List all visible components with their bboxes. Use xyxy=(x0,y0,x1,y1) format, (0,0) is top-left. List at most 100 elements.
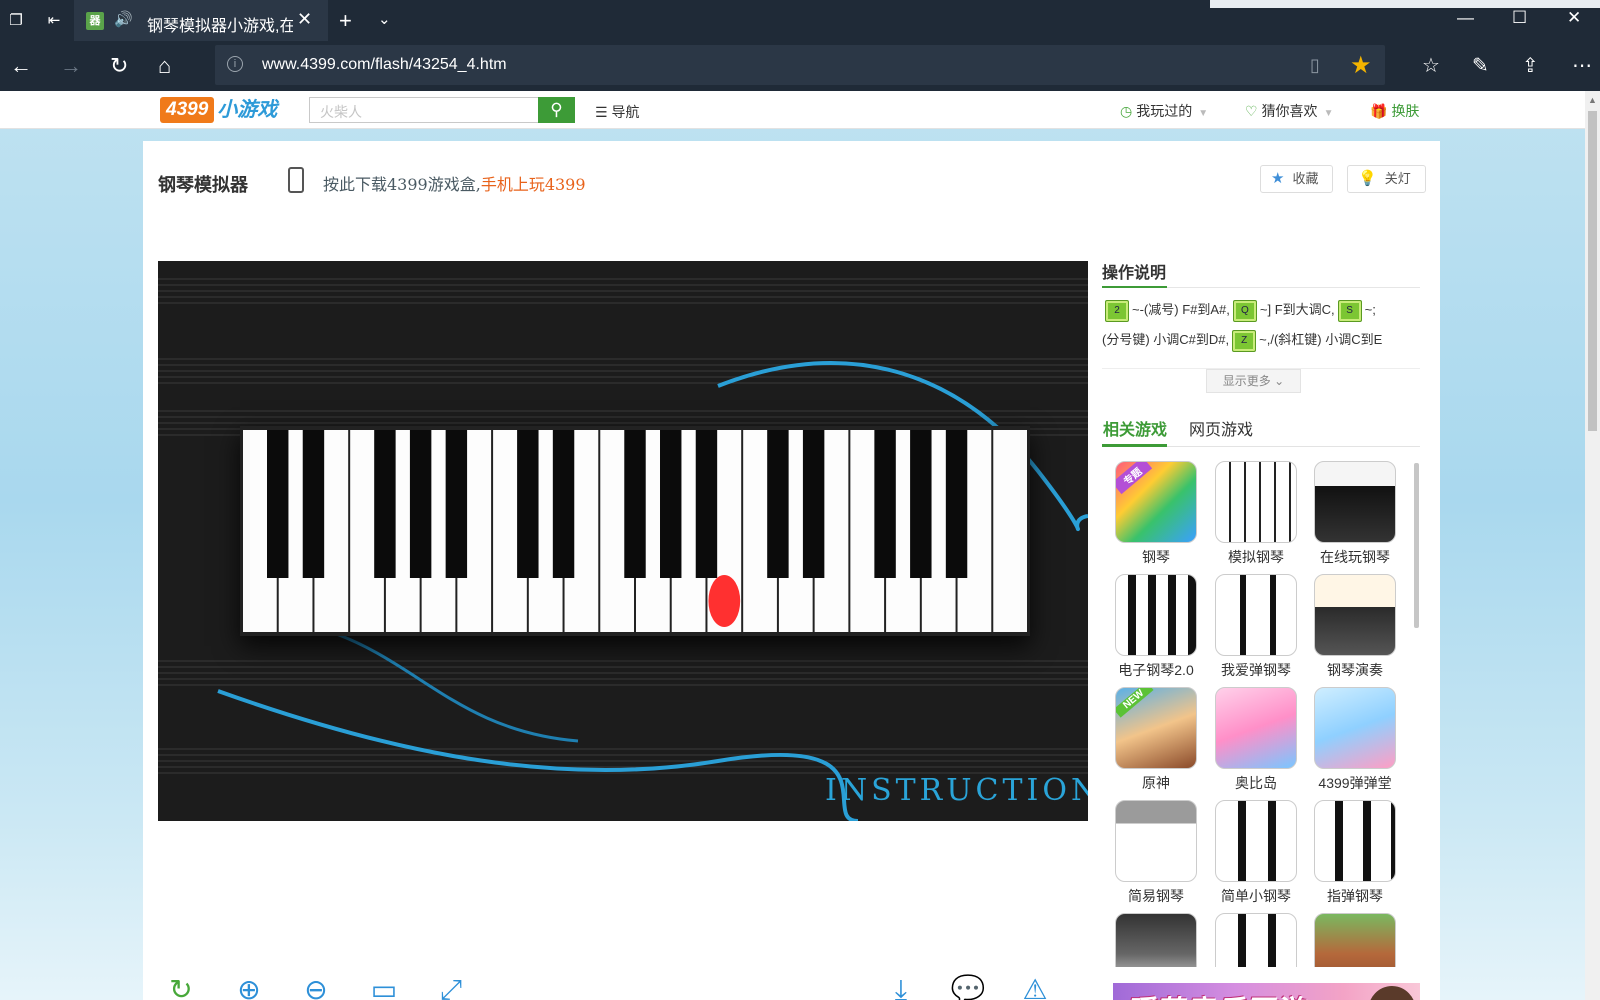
address-bar[interactable]: i www.4399.com/flash/43254_4.htm ▯ ★ xyxy=(215,45,1385,85)
played-menu[interactable]: ◷ 我玩过的 ▼ xyxy=(1120,101,1208,121)
game-thumbnail[interactable] xyxy=(1115,913,1197,967)
game-name[interactable]: 钢琴演奏 xyxy=(1310,660,1400,680)
comment-button[interactable]: 💬评论 xyxy=(938,973,998,1000)
game-name[interactable]: 4399弹弹堂 xyxy=(1310,773,1400,793)
related-game-item[interactable] xyxy=(1111,913,1201,967)
black-key[interactable] xyxy=(267,430,289,578)
refresh-icon[interactable]: ↻ xyxy=(110,53,128,79)
related-game-item[interactable]: 模拟钢琴 xyxy=(1211,461,1301,567)
black-key[interactable] xyxy=(660,430,682,578)
game-name[interactable]: 我爱弹钢琴 xyxy=(1211,660,1301,680)
browser-tab-active[interactable]: 器 🔊 钢琴模拟器小游戏,在线玩 ✕ xyxy=(74,0,328,41)
guess-menu[interactable]: ♡ 猜你喜欢 ▼ xyxy=(1245,101,1333,121)
home-icon[interactable]: ⌂ xyxy=(158,53,171,79)
related-game-item[interactable]: 专题 钢琴 xyxy=(1111,461,1201,567)
download-promo[interactable]: 按此下载4399游戏盒,手机上玩4399 xyxy=(323,171,586,195)
game-thumbnail[interactable] xyxy=(1215,913,1297,967)
site-logo[interactable]: 4399 小游戏 xyxy=(160,97,277,123)
favorite-star-icon[interactable]: ★ xyxy=(1350,51,1372,80)
tab-related-games[interactable]: 相关游戏 xyxy=(1103,416,1167,440)
reading-view-icon[interactable]: ▯ xyxy=(1310,55,1320,76)
game-thumbnail[interactable]: NEW xyxy=(1115,687,1197,769)
zoom-in-button[interactable]: ⊕放大 xyxy=(219,973,279,1000)
piano-keys[interactable] xyxy=(240,426,1030,636)
page-scrollbar[interactable]: ▲ xyxy=(1585,91,1600,1000)
game-thumbnail[interactable]: 专题 xyxy=(1115,461,1197,543)
nav-menu[interactable]: ☰ 导航 xyxy=(595,102,639,122)
site-info-icon[interactable]: i xyxy=(227,56,243,72)
scrollbar-thumb[interactable] xyxy=(1588,111,1597,431)
favorite-button[interactable]: ★ 收藏 xyxy=(1260,165,1334,193)
scroll-up-icon[interactable]: ▲ xyxy=(1588,95,1597,105)
games-scrollbar[interactable] xyxy=(1414,463,1419,628)
related-game-item[interactable] xyxy=(1310,913,1400,967)
favorites-hub-icon[interactable]: ☆ xyxy=(1422,53,1440,78)
game-thumbnail[interactable] xyxy=(1314,574,1396,656)
notes-pen-icon[interactable]: ✎ xyxy=(1472,53,1489,78)
related-game-item[interactable]: 4399弹弹堂 xyxy=(1310,687,1400,793)
black-key[interactable] xyxy=(409,430,432,578)
black-key[interactable] xyxy=(767,430,789,578)
game-thumbnail[interactable] xyxy=(1314,800,1396,882)
related-game-item[interactable] xyxy=(1211,913,1301,967)
black-key[interactable] xyxy=(624,430,646,578)
back-icon[interactable]: ← xyxy=(10,53,32,79)
game-name[interactable]: 原神 xyxy=(1111,773,1201,793)
search-button[interactable]: ⚲ xyxy=(538,97,575,123)
replay-button[interactable]: ↻重玩 xyxy=(151,973,211,1000)
related-game-item[interactable]: 电子钢琴2.0 xyxy=(1111,574,1201,680)
black-key[interactable] xyxy=(302,430,325,578)
game-thumbnail[interactable] xyxy=(1215,687,1297,769)
black-key[interactable] xyxy=(945,430,968,578)
instructions-overlay[interactable]: INSTRUCTIONS xyxy=(825,773,1088,808)
tab-actions-icon[interactable]: ❐ xyxy=(6,11,26,31)
more-menu-icon[interactable]: ⋯ xyxy=(1572,53,1592,78)
window-drag-area[interactable] xyxy=(1210,0,1600,8)
related-game-item[interactable]: 在线玩钢琴 xyxy=(1310,461,1400,567)
related-game-item[interactable]: NEW 原神 xyxy=(1111,687,1201,793)
game-name[interactable]: 指弹钢琴 xyxy=(1310,886,1400,906)
piano-keyboard[interactable] xyxy=(240,426,1030,636)
related-game-item[interactable]: 指弹钢琴 xyxy=(1310,800,1400,906)
skin-button[interactable]: 🎁 换肤 xyxy=(1370,101,1419,121)
tab-web-games[interactable]: 网页游戏 xyxy=(1189,416,1253,440)
black-key[interactable] xyxy=(552,430,575,578)
game-name[interactable]: 电子钢琴2.0 xyxy=(1111,660,1201,680)
black-key[interactable] xyxy=(695,430,718,578)
related-game-item[interactable]: 钢琴演奏 xyxy=(1310,574,1400,680)
fullscreen-button[interactable]: ⤢全屏 xyxy=(421,973,481,1000)
black-key[interactable] xyxy=(445,430,468,578)
related-game-item[interactable]: 简易钢琴 xyxy=(1111,800,1201,906)
game-name[interactable]: 奥比岛 xyxy=(1211,773,1301,793)
zoom-out-button[interactable]: ⊖缩小 xyxy=(286,973,346,1000)
related-game-item[interactable]: 简单小钢琴 xyxy=(1211,800,1301,906)
close-window-icon[interactable]: ✕ xyxy=(1567,8,1581,28)
game-name[interactable]: 简单小钢琴 xyxy=(1211,886,1301,906)
tab-close-icon[interactable]: ✕ xyxy=(297,9,312,30)
lights-off-button[interactable]: 💡 关灯 xyxy=(1347,165,1426,193)
audio-playing-icon[interactable]: 🔊 xyxy=(114,10,133,28)
share-icon[interactable]: ⇪ xyxy=(1522,53,1539,78)
game-thumbnail[interactable] xyxy=(1314,461,1396,543)
game-thumbnail[interactable] xyxy=(1314,687,1396,769)
black-key[interactable] xyxy=(802,430,825,578)
tab-preview-chevron-icon[interactable]: ⌄ xyxy=(378,10,391,28)
maximize-icon[interactable]: ☐ xyxy=(1512,8,1527,28)
promo-banner[interactable]: 暖萌音乐页游 xyxy=(1113,983,1420,1000)
black-key[interactable] xyxy=(374,430,396,578)
download-button[interactable]: ⤓下载 xyxy=(871,973,931,1000)
game-thumbnail[interactable] xyxy=(1215,461,1297,543)
game-canvas[interactable]: INSTRUCTIONS xyxy=(158,261,1088,821)
game-thumbnail[interactable] xyxy=(1215,574,1297,656)
game-thumbnail[interactable] xyxy=(1314,913,1396,967)
new-tab-icon[interactable]: + xyxy=(339,8,352,34)
report-button[interactable]: ⚠举报 xyxy=(1005,973,1065,1000)
show-more-button[interactable]: 显示更多 ⌄ xyxy=(1206,369,1301,393)
game-thumbnail[interactable] xyxy=(1115,800,1197,882)
game-thumbnail[interactable] xyxy=(1215,800,1297,882)
game-thumbnail[interactable] xyxy=(1115,574,1197,656)
black-key[interactable] xyxy=(874,430,896,578)
related-game-item[interactable]: 我爱弹钢琴 xyxy=(1211,574,1301,680)
game-name[interactable]: 模拟钢琴 xyxy=(1211,547,1301,567)
forward-icon[interactable]: → xyxy=(60,53,82,79)
